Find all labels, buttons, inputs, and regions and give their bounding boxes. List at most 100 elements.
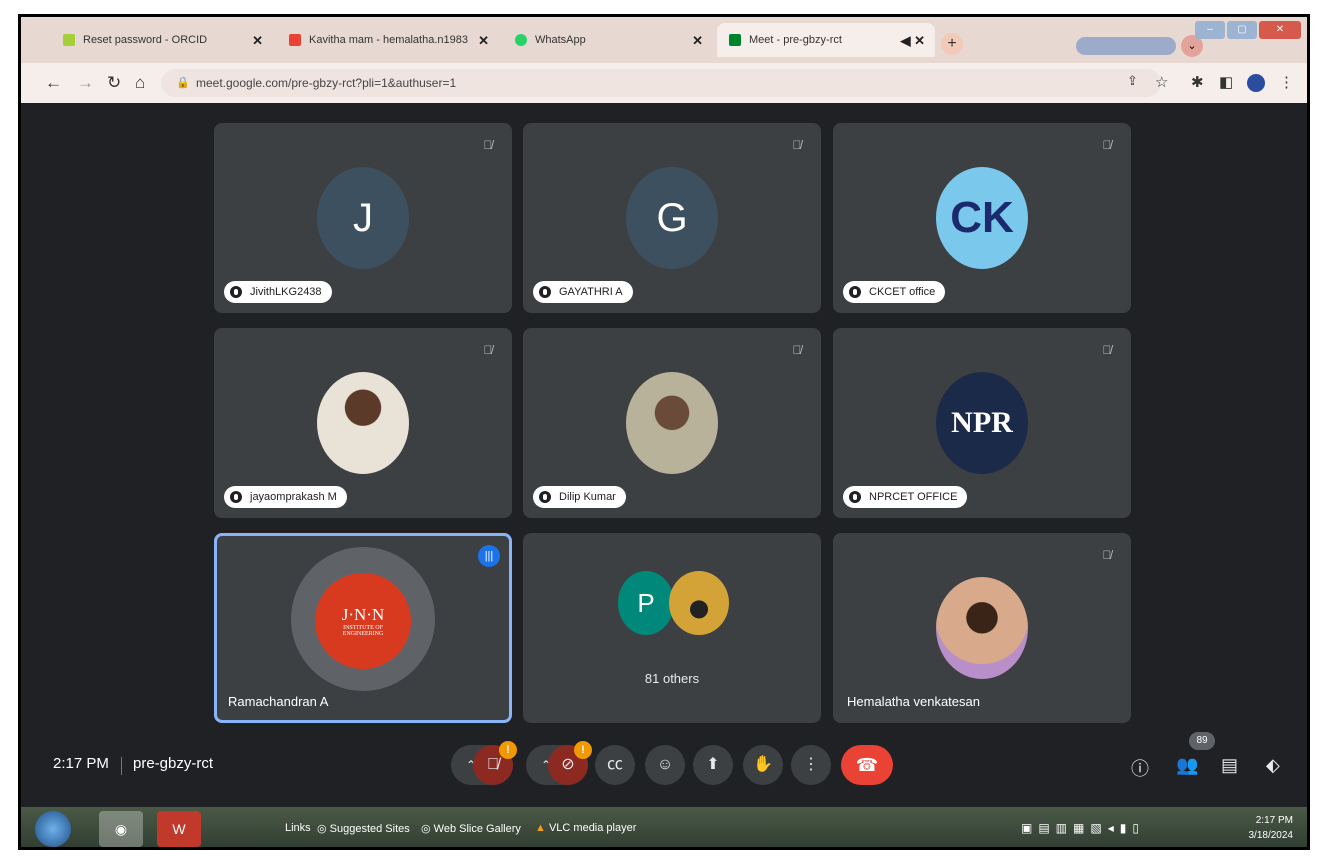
- participant-name-chip: jayaomprakash M: [224, 486, 347, 508]
- chat-button[interactable]: ▤: [1221, 755, 1238, 776]
- gmail-icon: [289, 34, 301, 46]
- pin-icon: [849, 286, 861, 298]
- mic-off-icon: 🎙̸: [483, 343, 493, 357]
- new-tab-button[interactable]: +: [941, 33, 963, 55]
- link-item[interactable]: ◎ Suggested Sites: [317, 822, 410, 835]
- leave-call-button[interactable]: ☎: [841, 745, 893, 785]
- tab-meet[interactable]: Meet - pre-gbzy-rct ◀ ✕: [717, 23, 935, 57]
- speaking-indicator-icon: |||: [478, 545, 500, 567]
- extensions-icon[interactable]: ✱: [1191, 73, 1204, 91]
- emoji-reaction-button[interactable]: ☺: [645, 745, 685, 785]
- close-icon[interactable]: ✕: [478, 33, 489, 49]
- others-count-label: 81 others: [644, 671, 700, 686]
- google-meet-icon: [729, 34, 741, 46]
- link-item[interactable]: ◎ Web Slice Gallery: [421, 822, 521, 835]
- participant-name-chip: NPRCET OFFICE: [843, 486, 968, 508]
- people-button[interactable]: 👥: [1176, 755, 1198, 776]
- participant-photo: [317, 372, 409, 474]
- start-button[interactable]: [35, 811, 71, 847]
- whatsapp-icon: [515, 34, 527, 46]
- tab-title: Meet - pre-gbzy-rct: [749, 34, 842, 46]
- maximize-button[interactable]: ▢: [1227, 21, 1257, 39]
- minimize-button[interactable]: –: [1195, 21, 1225, 39]
- mic-off-icon: 🎙̸: [792, 343, 802, 357]
- jnn-logo: J·N·N INSTITUTE OF ENGINEERING: [315, 573, 411, 669]
- orcid-icon: [63, 34, 75, 46]
- participant-tile[interactable]: 🎙̸ jayaomprakash M: [214, 328, 512, 518]
- screenshot-frame: Reset password - ORCID ✕ Kavitha mam - h…: [18, 14, 1310, 850]
- kebab-menu-icon[interactable]: ⋮: [1279, 73, 1294, 91]
- participant-name: jayaomprakash M: [250, 491, 337, 503]
- close-icon[interactable]: ◀ ✕: [900, 33, 925, 49]
- participant-tile-speaking[interactable]: ||| J·N·N INSTITUTE OF ENGINEERING Ramac…: [214, 533, 512, 723]
- system-tray[interactable]: ▣▤▥▦▧◂▮▯: [1021, 821, 1145, 835]
- ckcet-logo: CK: [936, 167, 1028, 269]
- profile-chip[interactable]: [1076, 37, 1176, 55]
- pin-icon: [230, 286, 242, 298]
- participant-name: Hemalatha venkatesan: [847, 694, 980, 709]
- taskbar-clock[interactable]: 2:17 PM 3/18/2024: [1249, 813, 1294, 843]
- present-screen-button[interactable]: ⬆: [693, 745, 733, 785]
- share-icon[interactable]: ⇪: [1127, 73, 1138, 89]
- link-label: Suggested Sites: [329, 823, 410, 835]
- window-close-button[interactable]: ✕: [1259, 21, 1301, 39]
- vlc-icon: ▲: [535, 822, 549, 834]
- participant-tile[interactable]: 🎙̸ NPR NPRCET OFFICE: [833, 328, 1131, 518]
- captions-button[interactable]: ㏄: [595, 745, 635, 785]
- link-label: VLC media player: [548, 822, 637, 834]
- participant-name: CKCET office: [869, 286, 936, 298]
- tab-title: Kavitha mam - hemalatha.n1983: [309, 34, 468, 46]
- close-icon[interactable]: ✕: [252, 33, 263, 49]
- participant-name: JivithLKG2438: [250, 286, 322, 298]
- avatar: [669, 571, 729, 635]
- avatar: J: [317, 167, 409, 269]
- logo-subtext: INSTITUTE OF ENGINEERING: [342, 625, 384, 637]
- bookmark-star-icon[interactable]: ☆: [1155, 73, 1168, 91]
- participant-tile[interactable]: 🎙̸ Hemalatha venkatesan: [833, 533, 1131, 723]
- participant-name: Dilip Kumar: [559, 491, 616, 503]
- activities-button[interactable]: ⬖: [1266, 755, 1280, 776]
- side-panel-icon[interactable]: ◧: [1219, 73, 1233, 91]
- avatar: P: [618, 571, 674, 635]
- tab-orcid[interactable]: Reset password - ORCID ✕: [51, 23, 273, 57]
- forward-arrow-icon[interactable]: →: [77, 73, 94, 93]
- back-arrow-icon[interactable]: ←: [45, 73, 62, 93]
- others-tile[interactable]: P 81 others: [523, 533, 821, 723]
- participant-photo: [626, 372, 718, 474]
- clock-time: 2:17 PM: [1255, 815, 1293, 826]
- clock-date: 3/18/2024: [1248, 830, 1294, 841]
- participant-name-chip: CKCET office: [843, 281, 946, 303]
- links-label: Links: [285, 822, 311, 834]
- wps-taskbar-icon[interactable]: W: [157, 811, 201, 847]
- participant-name-chip: Dilip Kumar: [533, 486, 626, 508]
- avatar[interactable]: [1247, 74, 1265, 92]
- meeting-time: 2:17 PM: [53, 755, 109, 772]
- participant-tile[interactable]: 🎙̸ J JivithLKG2438: [214, 123, 512, 313]
- participant-tile[interactable]: 🎙̸ Dilip Kumar: [523, 328, 821, 518]
- alert-badge: !: [499, 741, 517, 759]
- participant-name-chip: JivithLKG2438: [224, 281, 332, 303]
- participant-tile[interactable]: 🎙̸ G GAYATHRI A: [523, 123, 821, 313]
- tab-gmail[interactable]: Kavitha mam - hemalatha.n1983 ✕: [277, 23, 499, 57]
- ie-icon: ◎: [421, 823, 434, 835]
- browser-tab-strip: Reset password - ORCID ✕ Kavitha mam - h…: [21, 17, 1307, 63]
- mic-off-icon: 🎙̸: [1102, 138, 1112, 152]
- url-text[interactable]: meet.google.com/pre-gbzy-rct?pli=1&authu…: [196, 76, 456, 90]
- participant-photo: [936, 577, 1028, 679]
- chrome-taskbar-icon[interactable]: ◉: [99, 811, 143, 847]
- more-options-button[interactable]: ⋮: [791, 745, 831, 785]
- reload-icon[interactable]: ↻: [107, 73, 121, 93]
- tab-whatsapp[interactable]: WhatsApp ✕: [503, 23, 713, 57]
- windows-taskbar: ◉ W Links ◎ Suggested Sites ◎ Web Slice …: [21, 807, 1307, 847]
- raise-hand-button[interactable]: ✋: [743, 745, 783, 785]
- link-item[interactable]: ▲ VLC media player: [535, 822, 636, 834]
- participant-tile[interactable]: 🎙̸ CK CKCET office: [833, 123, 1131, 313]
- home-icon[interactable]: ⌂: [135, 73, 145, 93]
- close-icon[interactable]: ✕: [692, 33, 703, 49]
- browser-toolbar: ← → ↻ ⌂ 🔒 meet.google.com/pre-gbzy-rct?p…: [21, 63, 1307, 103]
- participant-name: GAYATHRI A: [559, 286, 623, 298]
- meeting-info-button[interactable]: ⓘ: [1131, 755, 1149, 781]
- lock-icon[interactable]: 🔒: [176, 76, 190, 89]
- alert-badge: !: [574, 741, 592, 759]
- npr-logo: NPR: [936, 372, 1028, 474]
